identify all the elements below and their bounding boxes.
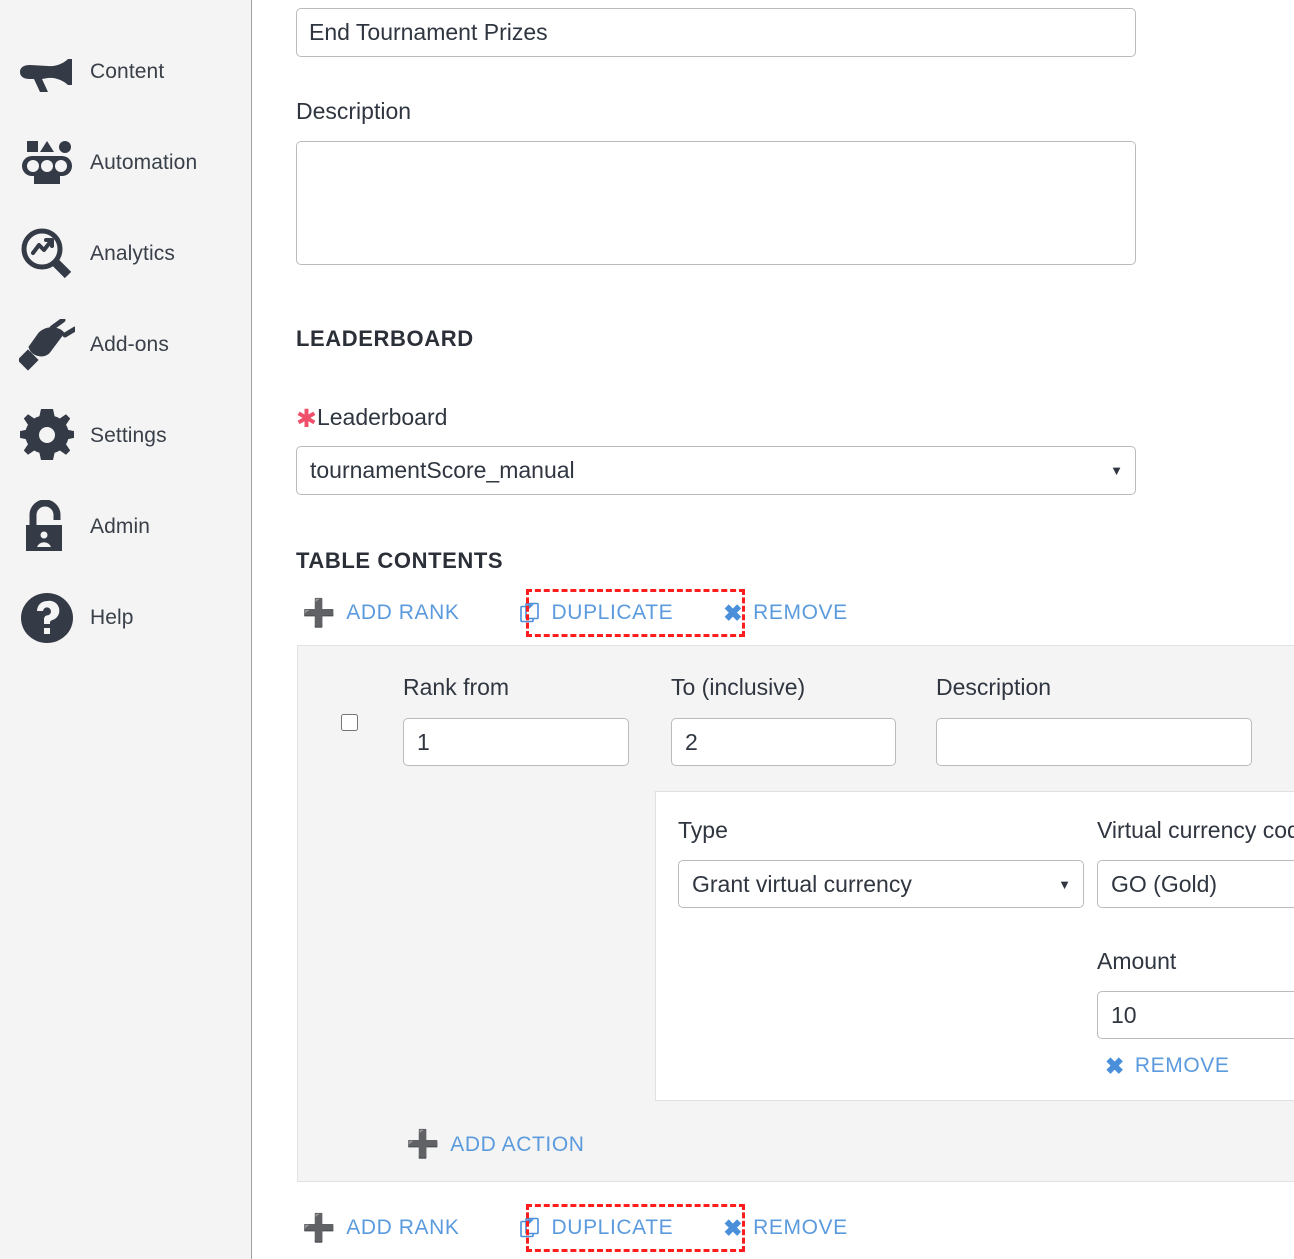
main-content: Description LEADERBOARD ✱Leaderboard tou…: [252, 0, 1294, 1259]
action-type-label: Type: [678, 817, 728, 843]
leaderboard-field-label-text: Leaderboard: [316, 404, 448, 430]
virtual-currency-code-select-value: GO (Gold): [1111, 870, 1218, 897]
table-contents-section-heading: TABLE CONTENTS: [296, 548, 504, 573]
action-type-select[interactable]: Grant virtual currency ▼: [678, 860, 1084, 908]
rank-toolbar-top: ➕ ADD RANK DUPLICATE ✖ REMOVE: [276, 595, 848, 631]
add-action-button[interactable]: ➕ ADD ACTION: [406, 1131, 585, 1158]
chevron-down-icon: ▼: [1058, 876, 1071, 892]
remove-label: REMOVE: [753, 1216, 848, 1239]
app-root: Content Automation Analytics Add-ons Set…: [0, 0, 1294, 1259]
duplicate-label: DUPLICATE: [551, 1216, 674, 1239]
add-rank-label: ADD RANK: [346, 1216, 460, 1239]
rank-description-label: Description: [936, 674, 1052, 700]
rank-toolbar-bottom: ➕ ADD RANK DUPLICATE ✖ REMOVE: [276, 1210, 848, 1246]
sidebar-item-label: Content: [90, 59, 165, 83]
copy-icon: [519, 602, 542, 624]
sidebar-item-content[interactable]: Content: [0, 26, 251, 117]
remove-label: REMOVE: [753, 601, 848, 624]
sidebar-item-label: Automation: [90, 150, 198, 174]
lock-person-icon: [16, 499, 78, 554]
sidebar-item-label: Admin: [90, 514, 151, 538]
amount-label: Amount: [1097, 948, 1177, 974]
chevron-down-icon: ▼: [1110, 463, 1123, 478]
sidebar-item-label: Help: [90, 605, 134, 629]
duplicate-button-bottom[interactable]: DUPLICATE: [519, 1216, 674, 1240]
remove-action-label: REMOVE: [1134, 1054, 1230, 1077]
plus-icon: ➕: [406, 1129, 441, 1159]
required-asterisk-icon: ✱: [296, 405, 317, 433]
rank-from-input[interactable]: [403, 718, 629, 766]
sidebar-item-label: Add-ons: [90, 332, 169, 356]
sidebar-item-label: Settings: [90, 423, 167, 447]
description-label: Description: [296, 98, 412, 124]
plus-icon: ➕: [302, 1212, 337, 1243]
leaderboard-select-value: tournamentScore_manual: [310, 457, 575, 483]
sidebar-item-addons[interactable]: Add-ons: [0, 299, 251, 390]
title-input[interactable]: [296, 8, 1136, 57]
conveyor-icon: [16, 139, 78, 187]
x-icon: ✖: [723, 1214, 744, 1241]
add-rank-button-top[interactable]: ➕ ADD RANK: [302, 597, 460, 628]
virtual-currency-code-select[interactable]: GO (Gold) ▼: [1097, 860, 1294, 908]
x-icon: ✖: [723, 599, 744, 626]
rank-from-label: Rank from: [403, 674, 510, 700]
sidebar-item-help[interactable]: Help: [0, 572, 251, 663]
copy-icon: [519, 1217, 542, 1239]
leaderboard-select[interactable]: tournamentScore_manual ▼: [296, 446, 1136, 495]
leaderboard-section-heading: LEADERBOARD: [296, 326, 474, 351]
sidebar-item-admin[interactable]: Admin: [0, 481, 251, 572]
to-inclusive-input[interactable]: [671, 718, 896, 766]
description-textarea[interactable]: [296, 141, 1136, 265]
sidebar-item-automation[interactable]: Automation: [0, 117, 251, 208]
sidebar-item-analytics[interactable]: Analytics: [0, 208, 251, 299]
virtual-currency-code-label: Virtual currency code: [1097, 817, 1294, 843]
to-inclusive-label: To (inclusive): [671, 674, 806, 700]
megaphone-icon: [16, 51, 78, 93]
plug-icon: [16, 318, 78, 371]
sidebar: Content Automation Analytics Add-ons Set…: [0, 0, 252, 1259]
duplicate-label: DUPLICATE: [551, 601, 674, 624]
add-action-label: ADD ACTION: [450, 1132, 585, 1156]
gear-icon: [16, 408, 78, 463]
rank-description-input[interactable]: [936, 718, 1252, 766]
sidebar-item-label: Analytics: [90, 241, 175, 265]
x-icon: ✖: [1105, 1052, 1125, 1079]
sidebar-item-settings[interactable]: Settings: [0, 390, 251, 481]
question-circle-icon: [16, 592, 78, 644]
add-rank-label: ADD RANK: [346, 601, 460, 624]
plus-icon: ➕: [302, 597, 337, 628]
magnifier-chart-icon: [16, 227, 78, 281]
add-rank-button-bottom[interactable]: ➕ ADD RANK: [302, 1212, 460, 1243]
rank-row: Rank from To (inclusive) Description Typ…: [297, 645, 1294, 1182]
remove-button-bottom[interactable]: ✖ REMOVE: [723, 1216, 848, 1240]
leaderboard-field-label: ✱Leaderboard: [296, 404, 447, 432]
duplicate-button-top[interactable]: DUPLICATE: [519, 601, 674, 625]
action-type-select-value: Grant virtual currency: [692, 870, 912, 897]
amount-input[interactable]: [1097, 991, 1294, 1039]
rank-select-checkbox[interactable]: [341, 714, 358, 731]
remove-button-top[interactable]: ✖ REMOVE: [723, 601, 848, 625]
remove-action-button[interactable]: ✖ REMOVE: [1105, 1054, 1230, 1078]
action-card: Type Virtual currency code Amount Grant …: [655, 791, 1294, 1101]
